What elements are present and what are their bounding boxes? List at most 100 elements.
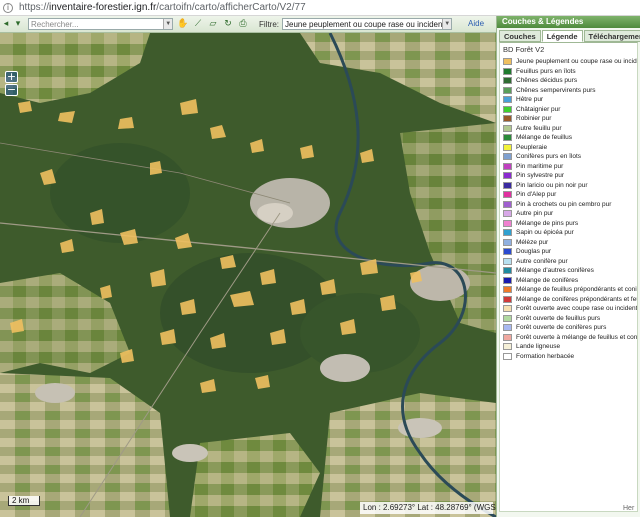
filter-box[interactable]: ▼	[282, 18, 452, 30]
legend-swatch	[503, 153, 512, 161]
legend-item: Mélange d'autres conifères	[503, 266, 637, 276]
print-icon[interactable]: ⎙	[237, 18, 249, 30]
legend-label: Chênes décidus purs	[516, 77, 578, 85]
info-icon[interactable]: i	[3, 2, 13, 13]
search-box[interactable]: ▼	[28, 18, 173, 30]
legend-swatch	[503, 191, 512, 199]
refresh-icon[interactable]: ↻	[222, 18, 234, 30]
legend-label: Mélange de conifères	[516, 276, 579, 284]
legend-label: Jeune peuplement ou coupe rase ou incide…	[516, 58, 638, 66]
legend-item: Feuillus purs en îlots	[503, 67, 637, 77]
url-prefix: https://	[19, 2, 50, 13]
satellite-map[interactable]: + − 2 km Lon : 2.69273° Lat : 48.28769° …	[0, 33, 496, 517]
legend-swatch	[503, 295, 512, 303]
legend-item: Pin d'Alep pur	[503, 190, 637, 200]
map-imagery	[0, 33, 496, 517]
legend-label: Robinier pur	[516, 115, 552, 123]
panel-header[interactable]: Couches & Légendes	[497, 16, 640, 28]
url-text[interactable]: https://inventaire-forestier.ign.fr/cart…	[19, 2, 306, 13]
legend-swatch	[503, 143, 512, 151]
coordinates-readout: Lon : 2.69273° Lat : 48.28769° (WGS84)	[360, 502, 496, 514]
search-input[interactable]	[29, 19, 164, 29]
legend-label: Mélange d'autres conifères	[516, 267, 594, 275]
legend-item: Forêt ouverte à mélange de feuillus et c…	[503, 333, 637, 343]
legend-swatch	[503, 124, 512, 132]
layers-legend-panel: Couches & Légendes Couches Légende Téléc…	[496, 16, 640, 517]
url-domain: inventaire-forestier.ign.fr	[49, 2, 157, 13]
legend-item: Lande ligneuse	[503, 342, 637, 352]
legend-item: Chênes sempervirents purs	[503, 86, 637, 96]
legend-swatch	[503, 286, 512, 294]
legend-item: Pin maritime pur	[503, 162, 637, 172]
legend-label: Forêt ouverte de feuillus purs	[516, 314, 601, 322]
legend-swatch	[503, 352, 512, 360]
legend-item: Hêtre pur	[503, 95, 637, 105]
legend-title: BD Forêt V2	[503, 45, 545, 54]
legend-label: Mélange de conifères prépondérants et fe…	[516, 295, 638, 303]
legend-swatch	[503, 276, 512, 284]
url-path: /cartoifn/carto/afficherCarto/V2/77	[156, 2, 306, 13]
legend-item: Pin laricio ou pin noir pur	[503, 181, 637, 191]
legend-label: Autre conifère pur	[516, 257, 568, 265]
zoom-out-button[interactable]: −	[5, 84, 18, 96]
legend-label: Lande ligneuse	[516, 343, 561, 351]
search-dropdown-icon[interactable]: ▼	[163, 19, 172, 29]
legend-label: Châtaignier pur	[516, 105, 561, 113]
legend-swatch	[503, 172, 512, 180]
legend-swatch	[503, 86, 512, 94]
legend-label: Mélèze pur	[516, 238, 549, 246]
panel-footer-text: Her	[623, 505, 635, 512]
legend-swatch	[503, 248, 512, 256]
tab-legende[interactable]: Légende	[541, 30, 583, 42]
legend-label: Mélange de pins purs	[516, 219, 579, 227]
legend-item: Autre conifère pur	[503, 257, 637, 267]
legend-swatch	[503, 58, 512, 66]
legend-label: Forêt ouverte à mélange de feuillus et c…	[516, 333, 638, 341]
legend-swatch	[503, 210, 512, 218]
tab-telechargements[interactable]: Téléchargements	[583, 30, 640, 42]
address-bar[interactable]: i https://inventaire-forestier.ign.fr/ca…	[0, 0, 640, 16]
legend-item: Sapin ou épicéa pur	[503, 228, 637, 238]
legend-item: Châtaignier pur	[503, 105, 637, 115]
legend-list: BD Forêt V2 Jeune peuplement ou coupe ra…	[499, 42, 638, 512]
legend-item: Autre pin pur	[503, 209, 637, 219]
legend-item: Jeune peuplement ou coupe rase ou incide…	[503, 57, 637, 67]
legend-swatch	[503, 134, 512, 142]
tab-couches[interactable]: Couches	[499, 30, 541, 42]
legend-swatch	[503, 343, 512, 351]
legend-item: Mélange de feuillus prépondérants et con…	[503, 285, 637, 295]
legend-swatch	[503, 105, 512, 113]
tool-group: ✋ ⟋ ▱ ↻ ⎙	[177, 18, 249, 30]
filter-input[interactable]	[283, 19, 443, 29]
zoom-in-button[interactable]: +	[5, 71, 18, 83]
legend-swatch	[503, 238, 512, 246]
arrow-left-icon[interactable]: ◂	[0, 18, 12, 30]
help-link[interactable]: Aide	[468, 19, 484, 28]
legend-item: Forêt ouverte de conifères purs	[503, 323, 637, 333]
legend-swatch	[503, 324, 512, 332]
legend-swatch	[503, 96, 512, 104]
legend-item: Pin sylvestre pur	[503, 171, 637, 181]
filter-dropdown-icon[interactable]: ▼	[442, 19, 451, 29]
legend-item: Mélange de pins purs	[503, 219, 637, 229]
zoom-control: + −	[5, 71, 18, 97]
measure-ruler-icon[interactable]: ⟋	[192, 18, 204, 30]
legend-item: Formation herbacée	[503, 352, 637, 362]
legend-label: Pin d'Alep pur	[516, 191, 557, 199]
legend-label: Douglas pur	[516, 248, 552, 256]
filter-label: Filtre:	[259, 19, 279, 29]
legend-item: Mélange de conifères	[503, 276, 637, 286]
legend-swatch	[503, 219, 512, 227]
legend-label: Autre pin pur	[516, 210, 554, 218]
measure-area-icon[interactable]: ▱	[207, 18, 219, 30]
pan-hand-icon[interactable]: ✋	[177, 18, 189, 30]
legend-label: Formation herbacée	[516, 352, 575, 360]
legend-item: Forêt ouverte avec coupe rase ou inciden…	[503, 304, 637, 314]
legend-label: Hêtre pur	[516, 96, 544, 104]
legend-item: Douglas pur	[503, 247, 637, 257]
scale-bar: 2 km	[8, 496, 40, 506]
legend-item: Pin à crochets ou pin cembro pur	[503, 200, 637, 210]
legend-label: Conifères purs en îlots	[516, 153, 582, 161]
legend-item: Forêt ouverte de feuillus purs	[503, 314, 637, 324]
arrow-down-icon[interactable]: ▾	[12, 18, 24, 30]
